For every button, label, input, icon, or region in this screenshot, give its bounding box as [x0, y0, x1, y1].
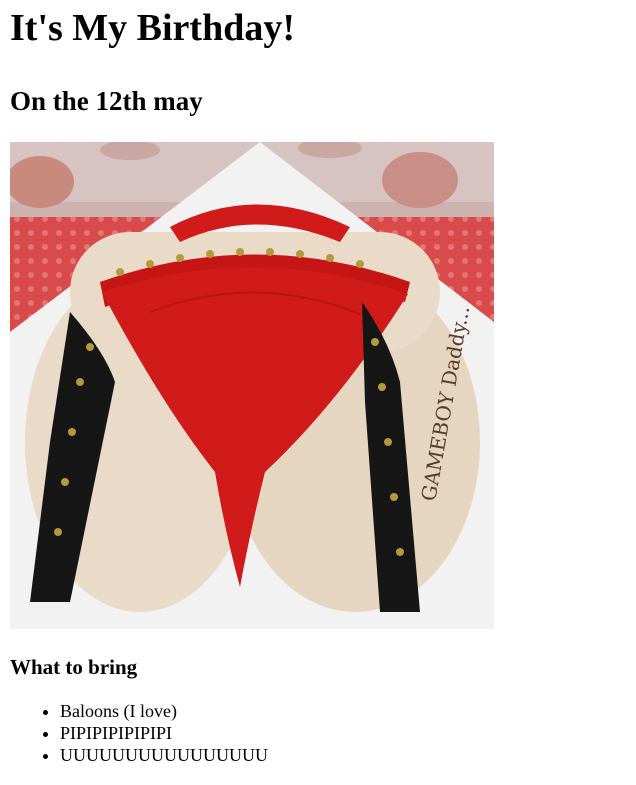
cake-illustration: GAMEBOY Daddy...: [10, 142, 494, 629]
list-item: PIPIPIPIPIPIPI: [60, 722, 626, 744]
list-item: Baloons (I love): [60, 700, 626, 722]
cake-photo: GAMEBOY Daddy...: [10, 142, 494, 629]
list-item: UUUUUUUUUUUUUUUU: [60, 744, 626, 766]
page-subtitle: On the 12th may: [10, 86, 203, 116]
page-title: It's My Birthday!: [10, 7, 295, 49]
page: It's My Birthday! On the 12th may GAMEBO…: [0, 8, 636, 766]
bring-list: Baloons (I love) PIPIPIPIPIPIPI UUUUUUUU…: [10, 700, 626, 766]
bring-section-title: What to bring: [10, 655, 138, 679]
